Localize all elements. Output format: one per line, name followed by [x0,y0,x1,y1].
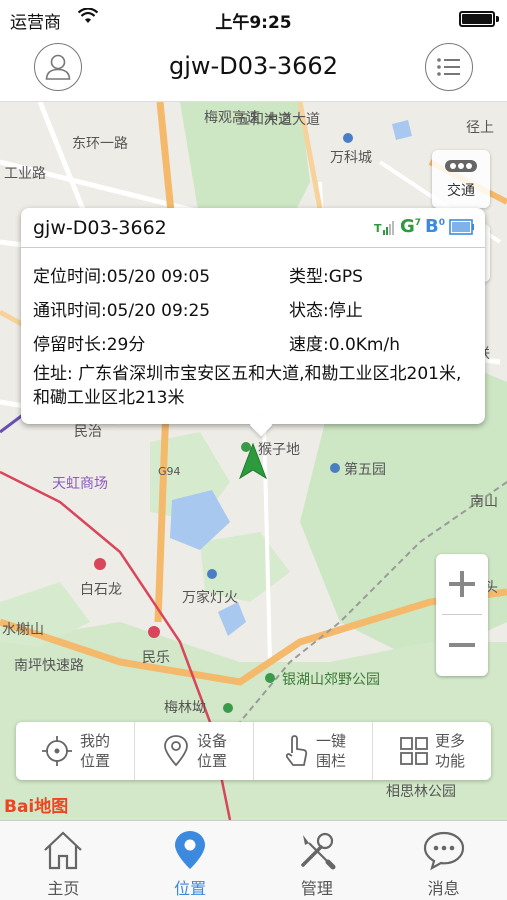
map-pin-icon [164,735,188,767]
map-label-meilinao: 梅林坳 [164,700,206,716]
tab-messages-label: 消息 [427,879,460,898]
geofence-line2: 围栏 [315,752,346,770]
device-location-button[interactable]: 设备 位置 [135,722,254,780]
geofence-line1: 一键 [315,732,346,750]
vehicle-marker-icon[interactable] [238,442,268,480]
touch-icon [285,735,308,766]
device-location-line1: 设备 [196,732,227,750]
map-label-wanke: 万科城 [330,150,372,166]
bluetooth-icon: B0 [425,216,445,237]
tab-location-label: 位置 [174,879,207,898]
device-address: 住址: 广东省深圳市宝安区五和大道,和勘工业区北201米,和磡工业区北213米 [33,364,462,408]
plus-icon [449,571,475,597]
my-location-line2: 位置 [79,752,110,770]
tools-icon [301,832,336,870]
map-view[interactable]: 万科城 猴子地 第五园 天虹商场 白石龙 万家灯火 民乐 水榭山 南坪快速路 银… [0,102,507,820]
minus-icon [449,643,475,647]
tab-home[interactable]: 主页 [0,821,127,900]
chat-icon [423,831,464,871]
svg-text:T: T [374,222,382,235]
comm-time: 通讯时间:05/20 09:25 [33,301,211,321]
home-icon [44,831,83,870]
list-icon [437,58,460,76]
map-label-gongye: 工业路 [4,166,46,182]
battery-tip [496,16,499,22]
battery-status-icon [449,218,474,235]
crosshair-icon [41,736,72,766]
nav-bar: gjw-D03-3662 [0,36,507,102]
popup-title: gjw-D03-3662 [33,217,167,239]
battery-icon [459,11,495,27]
device-status-icons: T G7 B0 [374,216,475,237]
baidu-map-logo: Bai地图 [4,797,69,817]
signal-bars-icon: T [374,220,394,235]
map-label-jingshang: 径上 [466,120,494,136]
map-label-yinhu: 银湖山郊野公园 [282,671,380,688]
map-label-tianhong: 天虹商场 [52,476,108,492]
map-label-wanjiadenghuo: 万家灯火 [182,589,238,606]
map-label-baishilong: 白石龙 [80,582,122,598]
tab-home-label: 主页 [47,879,80,898]
tab-messages[interactable]: 消息 [380,821,507,900]
map-label-g94: G94 [158,465,181,478]
traffic-label: 交通 [447,183,475,199]
tab-manage[interactable]: 管理 [254,821,381,900]
bt-superscript: 0 [438,218,445,228]
zoom-out-button[interactable] [436,615,488,675]
map-label-nanping: 南坪快速路 [14,658,84,674]
popup-header: gjw-D03-3662 T G7 B0 [21,208,485,248]
map-toolbar: 我的位置 设备位置 一键围栏 更多功能 [16,722,491,780]
device-location-line2: 位置 [196,752,227,770]
map-label-chongzhi: 冲之大道 [264,112,320,128]
device-speed: 速度:0.0Km/h [289,335,400,355]
map-label-diwuyuan: 第五园 [344,461,386,478]
gsm-icon: G7 [399,216,421,237]
traffic-icon [445,160,477,172]
my-location-line1: 我的 [79,732,110,750]
device-info-popup[interactable]: gjw-D03-3662 T G7 B0 定位时间:05/20 09:05 类型… [21,208,485,424]
device-state: 状态:停止 [289,301,363,321]
clock: 上午9:25 [215,13,292,33]
map-label-shuixie: 水榭山 [2,622,44,638]
more-line1: 更多 [434,732,465,750]
map-label-minzhi: 民治 [74,424,102,440]
zoom-control [436,554,488,676]
my-location-button[interactable]: 我的 位置 [16,722,135,780]
status-bar: 运营商 上午9:25 [0,0,507,36]
traffic-toggle-button[interactable]: 交通 [432,150,490,208]
stay-duration: 停留时长:29分 [33,335,146,355]
grid-icon [400,737,428,765]
map-label-xiangsilin: 相思林公园 [386,784,456,800]
more-line2: 功能 [434,752,465,770]
locate-time: 定位时间:05/20 09:05 [33,267,211,287]
tab-manage-label: 管理 [300,879,333,898]
gsm-superscript: 7 [414,218,421,228]
list-button[interactable] [425,43,473,91]
location-icon [175,831,206,869]
geofence-button[interactable]: 一键 围栏 [254,722,373,780]
zoom-in-button[interactable] [436,554,488,614]
tab-location[interactable]: 位置 [127,821,254,900]
map-label-donghuan: 东环一路 [72,136,128,152]
map-label-minle: 民乐 [142,650,170,666]
map-label-nan: 南山 [470,494,498,510]
more-functions-button[interactable]: 更多 功能 [373,722,491,780]
tab-bar: 主页 位置 管理 消息 [0,820,507,900]
locate-type: 类型:GPS [289,267,363,287]
